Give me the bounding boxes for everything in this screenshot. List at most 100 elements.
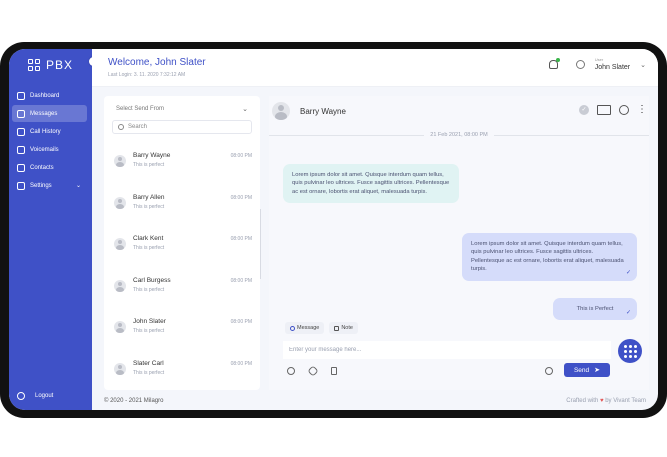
sidebar-item-dashboard[interactable]: Dashboard <box>12 87 87 104</box>
message-input[interactable] <box>283 341 611 359</box>
read-tick-icon: ✓ <box>625 269 631 276</box>
sidebar-item-settings[interactable]: Settings ⌄ <box>12 177 87 194</box>
contact-time: 08:00 PM <box>230 319 252 325</box>
list-item[interactable]: Slater Carl This is perfect 08:00 PM <box>104 350 260 391</box>
compose-tabs: Message Note <box>285 322 358 334</box>
gear-icon <box>17 181 25 190</box>
chevron-down-icon[interactable]: ⌄ <box>640 61 646 69</box>
send-from-label: Select Send From <box>116 106 165 112</box>
contact-time: 08:00 PM <box>230 360 252 367</box>
avatar <box>272 102 290 120</box>
grid-logo-icon <box>27 59 40 71</box>
bookmark-icon[interactable] <box>331 367 337 375</box>
phone-icon <box>17 127 25 136</box>
contact-name: Clark Kent <box>133 235 164 242</box>
alarm-clock-icon[interactable] <box>619 105 629 115</box>
contact-card-icon[interactable] <box>597 105 611 115</box>
send-from-select[interactable]: Select Send From ⌄ <box>112 101 252 117</box>
sidebar-item-call-history[interactable]: Call History <box>12 123 87 140</box>
compose-tools <box>287 365 337 377</box>
avatar <box>114 279 126 292</box>
user-name: John Slater <box>594 64 631 71</box>
crafted-prefix: Crafted with <box>566 398 599 404</box>
top-header: Welcome, John Slater Last Login: 3. 11. … <box>92 49 658 87</box>
last-login-text: Last Login: 3. 11. 2020 7:32:12 AM <box>108 72 186 78</box>
tab-message-label: Message <box>297 325 320 331</box>
sidebar-item-label: Voicemails <box>30 146 59 153</box>
contact-time: 08:00 PM <box>230 236 252 242</box>
emoji-icon[interactable] <box>287 367 295 375</box>
sidebar-item-contacts[interactable]: Contacts <box>12 159 87 176</box>
chevron-down-icon: ⌄ <box>242 106 248 113</box>
list-item[interactable]: Barry Allen This is perfect 08:00 PM <box>104 184 260 226</box>
user-role: User <box>594 57 604 62</box>
sidebar: PBX Dashboard Messages Call History Voic… <box>9 49 92 410</box>
contact-preview: This is perfect <box>133 369 165 376</box>
bell-icon[interactable] <box>548 58 560 69</box>
copyright-text: © 2020 - 2021 Milagro <box>104 398 164 404</box>
list-item[interactable]: Barry Wayne This is perfect 08:00 PM <box>104 142 260 184</box>
contact-preview: This is perfect <box>133 203 165 210</box>
contact-name: Carl Burgess <box>133 276 171 284</box>
paperclip-icon[interactable] <box>307 365 319 377</box>
contact-name: Slater Carl <box>133 359 164 367</box>
more-vertical-icon[interactable]: ⋮ <box>637 105 647 115</box>
sidebar-nav: Dashboard Messages Call History Voicemai… <box>12 87 87 195</box>
header-user-area: User John Slater ⌄ <box>548 57 646 72</box>
search-input[interactable]: Search <box>128 124 147 130</box>
contact-time: 08:00 PM <box>230 153 252 159</box>
dialpad-button[interactable] <box>618 339 642 363</box>
date-separator: 21 Feb 2021, 08:00 PM <box>269 130 649 140</box>
user-menu[interactable]: User John Slater <box>594 57 631 72</box>
sidebar-item-messages[interactable]: Messages <box>12 105 87 122</box>
app-screen: PBX Dashboard Messages Call History Voic… <box>9 49 658 410</box>
sidebar-item-label: Settings <box>30 182 52 189</box>
sidebar-item-label: Call History <box>30 128 61 135</box>
tab-message[interactable]: Message <box>285 322 325 334</box>
chevron-down-icon: ⌄ <box>75 183 81 189</box>
contact-name: Barry Wayne <box>133 152 171 159</box>
sidebar-item-label: Dashboard <box>30 92 60 99</box>
crafted-suffix: by Vivant Team <box>605 398 646 404</box>
contact-list-scrollbar[interactable] <box>260 209 261 279</box>
list-item[interactable]: Carl Burgess This is perfect 08:00 PM <box>104 267 260 309</box>
chat-panel: Barry Wayne ✓ ⋮ 21 Feb 2021, 08:00 PM Lo… <box>269 96 649 390</box>
brand-name: PBX <box>45 58 73 72</box>
logout-label: Logout <box>35 393 54 399</box>
incoming-message: Lorem ipsum dolor sit amet. Quisque inte… <box>283 164 459 204</box>
list-item[interactable]: Clark Kent This is perfect 08:00 PM <box>104 225 260 267</box>
dashboard-icon <box>17 91 25 100</box>
avatar <box>114 362 126 375</box>
contact-panel: Select Send From ⌄ Search Barry Wayne Thi… <box>104 96 260 390</box>
tab-note[interactable]: Note <box>329 322 358 334</box>
avatar <box>114 155 126 167</box>
search-box[interactable]: Search <box>112 120 252 134</box>
contact-time: 08:00 PM <box>230 277 252 284</box>
message-icon <box>290 325 295 331</box>
chat-date: 21 Feb 2021, 08:00 PM <box>430 132 488 138</box>
sidebar-item-label: Messages <box>30 110 58 117</box>
contact-name: Barry Allen <box>133 193 165 201</box>
footer: © 2020 - 2021 Milagro Crafted with ♥ by … <box>92 396 658 410</box>
voicemail-icon <box>17 145 25 154</box>
schedule-clock-icon[interactable] <box>545 367 553 375</box>
chat-contact-name: Barry Wayne <box>300 106 346 116</box>
message-icon <box>17 109 25 118</box>
page-title: Welcome, John Slater <box>108 57 206 68</box>
contact-preview: This is perfect <box>133 286 165 293</box>
sidebar-item-voicemails[interactable]: Voicemails <box>12 141 87 158</box>
note-icon <box>334 325 340 331</box>
outgoing-message: This is Perfect ✓ <box>553 298 637 321</box>
send-button[interactable]: Send ➤ <box>564 363 610 377</box>
check-circle-icon[interactable]: ✓ <box>579 105 589 115</box>
contact-preview: This is perfect <box>133 328 165 334</box>
brand-logo[interactable]: PBX <box>9 49 92 81</box>
list-item[interactable]: John Slater This is perfect 08:00 PM <box>104 308 260 350</box>
sidebar-item-label: Contacts <box>30 164 54 171</box>
message-text: Lorem ipsum dolor sit amet. Quisque inte… <box>471 241 624 273</box>
logout-button[interactable]: Logout <box>17 392 53 400</box>
send-label: Send <box>573 366 590 374</box>
contact-preview: This is perfect <box>133 245 165 251</box>
read-tick-icon: ✓ <box>625 309 631 316</box>
outgoing-message: Lorem ipsum dolor sit amet. Quisque inte… <box>462 233 637 281</box>
